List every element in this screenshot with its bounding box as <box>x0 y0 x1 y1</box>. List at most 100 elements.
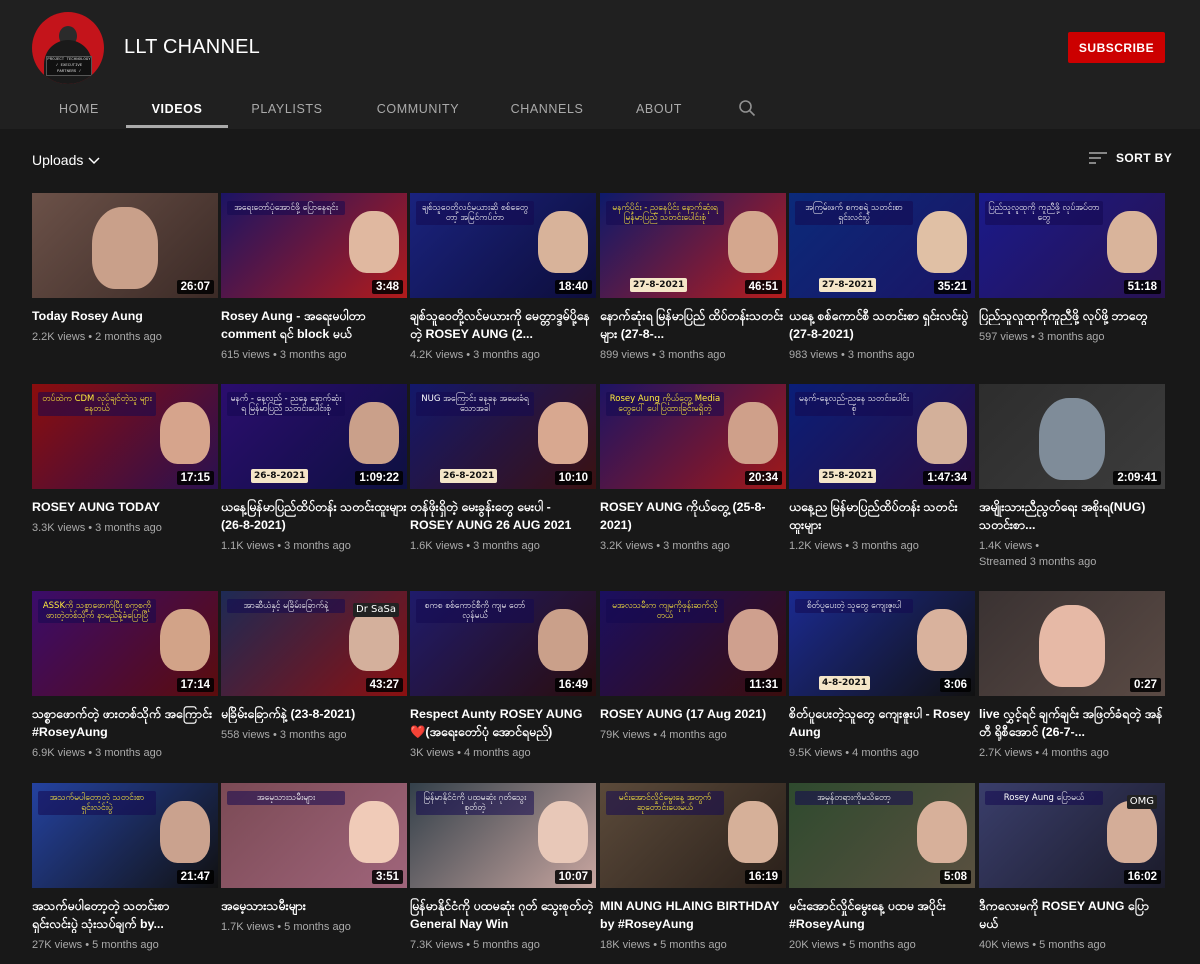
video-thumbnail[interactable]: အရေးတော်ပုံအောင်ဖို့ ပြောနေရင်း 3:48 <box>221 193 407 298</box>
video-thumbnail[interactable]: Rosey Aung ကိုယ်တွေ့ Media တွေပေါ် ပေါ်ပ… <box>600 384 786 489</box>
uploads-dropdown[interactable]: Uploads <box>32 152 101 168</box>
video-thumbnail[interactable]: အမေ့သားသမီးများ 3:51 <box>221 783 407 888</box>
video-title[interactable]: မခြိမ်းခြောက်နဲ့ (23-8-2021) <box>221 705 407 723</box>
video-duration: 51:18 <box>1123 280 1161 294</box>
video-thumbnail[interactable]: မအလသမီးက ကျမကိုဖုန်းဆက်လိုတယ် 11:31 <box>600 591 786 696</box>
video-title[interactable]: မင်းအောင်လှိုင်မွေးနေ့ ပထမ အပိုင်း #Rose… <box>789 897 975 933</box>
video-thumbnail[interactable]: အသက်မပါတော့တဲ့ သတင်းစာရှင်းလင်းပွဲ 21:47 <box>32 783 218 888</box>
video-title[interactable]: ယနေ့ စစ်ကောင်စီ သတင်းစာ ရှင်းလင်းပွဲ (27… <box>789 307 975 343</box>
video-thumbnail[interactable]: NUG အကြောင်း ခနခန အမေးခံရသောအခါ 26-8-2021… <box>410 384 596 489</box>
video-thumbnail[interactable]: မနက်ပိုင်း - ညနေပိုင်း နောက်ဆုံးရ မြန်မာ… <box>600 193 786 298</box>
video-card[interactable]: အမှန်တရားကိုမသိတော့ 5:08 မင်းအောင်လှိုင်မွ… <box>789 783 975 953</box>
video-card[interactable]: အသက်မပါတော့တဲ့ သတင်းစာရှင်းလင်းပွဲ 21:47 အ… <box>32 783 218 953</box>
video-thumbnail[interactable]: အကြမ်းဖက် စကစရဲ့ သတင်းစာရှင်းလင်းပွဲ 27-8… <box>789 193 975 298</box>
video-card[interactable]: မင်းအောင်လှိုင်မွေးနေ့ အတွက်ဆုတောင်းပေးမ… <box>600 783 786 953</box>
video-card[interactable]: ပြည်သူလူထုကို ကူညီဖို့ လုပ်အပ်တာတွေ 51:18… <box>979 193 1165 345</box>
search-icon[interactable] <box>738 99 756 117</box>
video-duration: 3:06 <box>939 678 971 692</box>
video-card[interactable]: အရေးတော်ပုံအောင်ဖို့ ပြောနေရင်း 3:48 Rosey… <box>221 193 407 363</box>
video-card[interactable]: စကစ စစ်ကောင်စီကို ကျမ တော်လှန်မယ် 16:49 Re… <box>410 591 596 761</box>
video-card[interactable]: NUG အကြောင်း ခနခန အမေးခံရသောအခါ 26-8-2021… <box>410 384 596 554</box>
video-thumbnail[interactable]: Rosey Aung ပြောမယ် OMG 16:02 <box>979 783 1165 888</box>
video-title[interactable]: ပြည်သူလူထုကိုကူညီဖို့ လုပ်ဖို့ ဘာတွေ <box>979 307 1165 325</box>
video-card[interactable]: မနက် - နေ့လည် - ညနေ နောက်ဆုံးရ မြန်မာပြည… <box>221 384 407 554</box>
tab-home[interactable]: HOME <box>32 89 126 129</box>
video-age: 3 months ago <box>95 522 162 534</box>
video-thumbnail[interactable]: အမှန်တရားကိုမသိတော့ 5:08 <box>789 783 975 888</box>
channel-avatar[interactable]: PROJECT TECHNOLOGY / EXECUTIVE PARTNERS … <box>32 12 104 84</box>
video-title[interactable]: ယနေ့မြန်မာပြည်ထိပ်တန်း သတင်းထူးများ (26-… <box>221 498 407 534</box>
video-metadata: 3.3K views • 3 months ago <box>32 520 218 536</box>
video-title[interactable]: သစ္စာဖောက်တဲ့ ဖားတစ်သိုက် အကြောင်း #Rose… <box>32 705 218 741</box>
video-card[interactable]: မြန်မာနိုင်ငံကို ပထမဆုံး ဂုတ်သွေးစုတ်တဲ့… <box>410 783 596 953</box>
subscribe-button[interactable]: SUBSCRIBE <box>1068 32 1165 63</box>
video-card[interactable]: အကြမ်းဖက် စကစရဲ့ သတင်းစာရှင်းလင်းပွဲ 27-8… <box>789 193 975 363</box>
video-title[interactable]: Rosey Aung - အရေးမပါတာ comment ရင် block… <box>221 307 407 343</box>
video-title[interactable]: စိတ်ပူပေးတဲ့သူတွေ ကျေးဇူးပါ - Rosey Aung <box>789 705 975 741</box>
tab-community[interactable]: COMMUNITY <box>346 89 490 129</box>
video-card[interactable]: ASSKကို သစ္စာဖောက်ပြီး စကစကို ဖားတဲ့တစ်သ… <box>32 591 218 761</box>
video-views: 899 views <box>600 349 649 361</box>
video-card[interactable]: တပ်ထဲက CDM လုပ်ချင်တဲ့သူ များနေတယ် 17:15 R… <box>32 384 218 536</box>
video-title[interactable]: Respect Aunty ROSEY AUNG ❤️(အရေးတော်ပုံ … <box>410 705 596 741</box>
video-title[interactable]: ROSEY AUNG TODAY <box>32 498 218 516</box>
thumbnail-date-badge: 27-8-2021 <box>630 278 688 292</box>
thumbnail-person <box>728 211 778 273</box>
video-thumbnail[interactable]: မနက် - နေ့လည် - ညနေ နောက်ဆုံးရ မြန်မာပြည… <box>221 384 407 489</box>
video-title[interactable]: ROSEY AUNG (17 Aug 2021) <box>600 705 786 723</box>
thumbnail-overlay-text: မအလသမီးက ကျမကိုဖုန်းဆက်လိုတယ် <box>606 599 724 623</box>
video-thumbnail[interactable]: စိတ်ပူပေးတဲ့ သူတွေ ကျေးဇူးပါ 4-8-2021 3:06 <box>789 591 975 696</box>
video-metadata: 40K views • 5 months ago <box>979 937 1165 953</box>
video-thumbnail[interactable]: 0:27 <box>979 591 1165 696</box>
video-thumbnail[interactable]: မနက်-နေ့လည်-ညနေ သတင်းပေါင်းစုံ 25-8-2021 1… <box>789 384 975 489</box>
thumbnail-caption: Dr SaSa <box>353 603 399 617</box>
video-title[interactable]: ဒီကလေးမကို ROSEY AUNG ပြောမယ် <box>979 897 1165 933</box>
video-card[interactable]: မနက်-နေ့လည်-ညနေ သတင်းပေါင်းစုံ 25-8-2021 1… <box>789 384 975 554</box>
video-title[interactable]: တန်ဖိုးရှိတဲ့ မေးခွန်းတွေ မေးပါ - ROSEY … <box>410 498 596 534</box>
video-thumbnail[interactable]: တပ်ထဲက CDM လုပ်ချင်တဲ့သူ များနေတယ် 17:15 <box>32 384 218 489</box>
video-card[interactable]: Rosey Aung ပြောမယ် OMG 16:02 ဒီကလေးမကို ROS… <box>979 783 1165 953</box>
video-thumbnail[interactable]: ASSKကို သစ္စာဖောက်ပြီး စကစကို ဖားတဲ့တစ်သ… <box>32 591 218 696</box>
video-title[interactable]: မြန်မာနိုင်ငံကို ပထမဆုံး ဂုတ် သွေးစုတ်တဲ… <box>410 897 596 933</box>
video-views: 1.6K views <box>410 540 464 552</box>
video-card[interactable]: စိတ်ပူပေးတဲ့ သူတွေ ကျေးဇူးပါ 4-8-2021 3:06… <box>789 591 975 761</box>
video-title[interactable]: အမျိုးသားညီညွတ်ရေး အစိုးရ(NUG) သတင်းစာ..… <box>979 498 1165 534</box>
video-card[interactable]: 26:07 Today Rosey Aung 2.2K views • 2 mont… <box>32 193 218 345</box>
video-thumbnail[interactable]: မြန်မာနိုင်ငံကို ပထမဆုံး ဂုတ်သွေးစုတ်တဲ့… <box>410 783 596 888</box>
video-thumbnail[interactable]: ပြည်သူလူထုကို ကူညီဖို့ လုပ်အပ်တာတွေ 51:18 <box>979 193 1165 298</box>
video-card[interactable]: အာဆီယံနှင့် မခြိမ်းခြောက်နဲ့ Dr SaSa 43:27… <box>221 591 407 743</box>
thumbnail-person <box>349 402 399 464</box>
video-title[interactable]: အမေ့သားသမီးများ <box>221 897 407 915</box>
video-title[interactable]: live လွှင့်ရင် ချက်ချင်း အဖြတ်ခံရတဲ့ အန်… <box>979 705 1165 741</box>
metadata-separator: • <box>1029 939 1040 951</box>
sort-by-button[interactable]: SORT BY <box>1089 151 1172 165</box>
video-thumbnail[interactable]: 2:09:41 <box>979 384 1165 489</box>
video-duration: 2:09:41 <box>1113 471 1161 485</box>
video-card[interactable]: မနက်ပိုင်း - ညနေပိုင်း နောက်ဆုံးရ မြန်မာ… <box>600 193 786 363</box>
video-title[interactable]: Today Rosey Aung <box>32 307 218 325</box>
video-card[interactable]: ချစ်သူဝေတို့လင်မယားဆို စစ်တွေေတာ့ အမြင်က… <box>410 193 596 363</box>
video-card[interactable]: မအလသမီးက ကျမကိုဖုန်းဆက်လိုတယ် 11:31 ROSEY … <box>600 591 786 743</box>
video-title[interactable]: နောက်ဆုံးရ မြန်မာပြည် ထိပ်တန်းသတင်းများ … <box>600 307 786 343</box>
video-card[interactable]: 0:27 live လွှင့်ရင် ချက်ချင်း အဖြတ်ခံရတဲ့… <box>979 591 1165 761</box>
video-thumbnail[interactable]: မင်းအောင်လှိုင်မွေးနေ့ အတွက်ဆုတောင်းပေးမ… <box>600 783 786 888</box>
video-thumbnail[interactable]: ချစ်သူဝေတို့လင်မယားဆို စစ်တွေေတာ့ အမြင်က… <box>410 193 596 298</box>
tab-channels[interactable]: CHANNELS <box>490 89 604 129</box>
video-title[interactable]: အသက်မပါတော့တဲ့ သတင်းစာ ရှင်းလင်းပွဲ သုံး… <box>32 897 218 933</box>
video-card[interactable]: Rosey Aung ကိုယ်တွေ့ Media တွေပေါ် ပေါ်ပ… <box>600 384 786 554</box>
tab-videos[interactable]: VIDEOS <box>126 89 228 129</box>
video-thumbnail[interactable]: 26:07 <box>32 193 218 298</box>
tab-about[interactable]: ABOUT <box>604 89 714 129</box>
video-metadata: 2.7K views • 4 months ago <box>979 745 1165 761</box>
tab-playlists[interactable]: PLAYLISTS <box>228 89 346 129</box>
video-metadata: 1.6K views • 3 months ago <box>410 538 596 554</box>
video-title[interactable]: ယနေ့ည မြန်မာပြည်ထိပ်တန်း သတင်း ထူးများ <box>789 498 975 534</box>
video-thumbnail[interactable]: အာဆီယံနှင့် မခြိမ်းခြောက်နဲ့ Dr SaSa 43:27 <box>221 591 407 696</box>
video-thumbnail[interactable]: စကစ စစ်ကောင်စီကို ကျမ တော်လှန်မယ် 16:49 <box>410 591 596 696</box>
video-card[interactable]: 2:09:41 အမျိုးသားညီညွတ်ရေး အစိုးရ(NUG) သတ… <box>979 384 1165 570</box>
video-card[interactable]: အမေ့သားသမီးများ 3:51 အမေ့သားသမီးများ 1.7K v… <box>221 783 407 935</box>
video-title[interactable]: ROSEY AUNG ကိုယ်တွေ့ (25-8-2021) <box>600 498 786 534</box>
video-title[interactable]: ချစ်သူဝေတို့လင်မယားကို မေတ္တာဒ္ဒမ်ပို့နေ… <box>410 307 596 343</box>
metadata-separator: • <box>463 540 474 552</box>
video-title[interactable]: MIN AUNG HLAING BIRTHDAY by #RoseyAung <box>600 897 786 933</box>
